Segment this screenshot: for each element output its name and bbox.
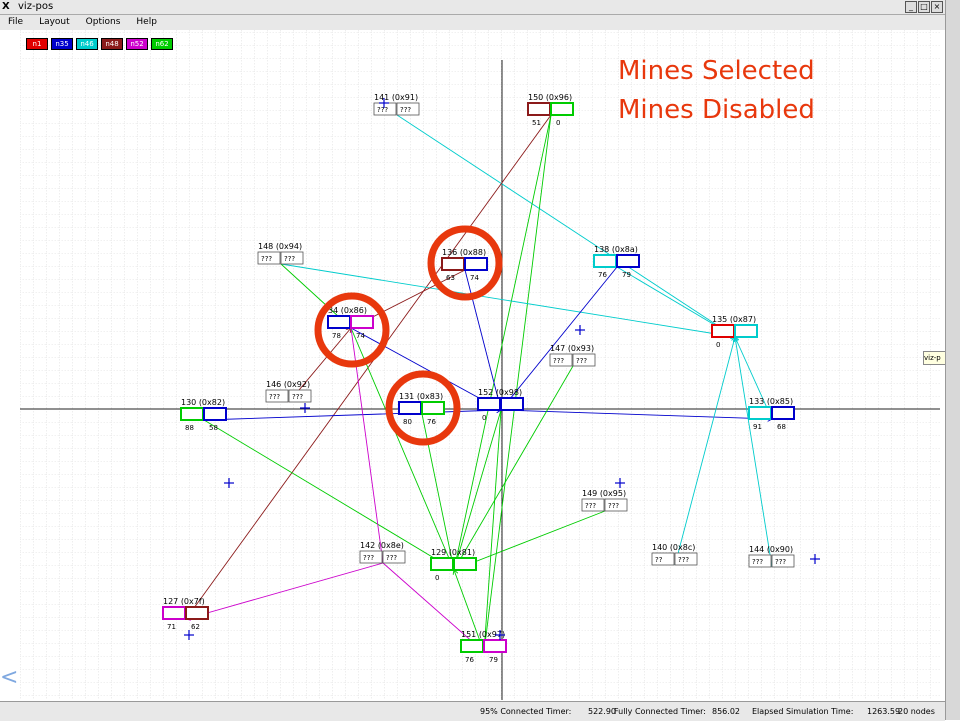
node-title: 136 (0x88) — [442, 248, 486, 257]
node-title: 127 (0x7f) — [163, 597, 205, 606]
node-right-value: ??? — [292, 393, 303, 401]
legend-n46[interactable]: n46 — [76, 38, 98, 50]
node-title: 144 (0x90) — [749, 545, 793, 554]
node-left-value: ?? — [655, 556, 663, 564]
x-logo-icon: X — [2, 1, 10, 12]
node-left-value: 0 — [435, 574, 439, 582]
fully-connected-label: Fully Connected Timer: — [614, 707, 706, 716]
node-left-value: 78 — [332, 332, 341, 340]
menu-help[interactable]: Help — [128, 15, 165, 30]
node-title: 146 (0x92) — [266, 380, 310, 389]
node-title: 133 (0x85) — [749, 397, 793, 406]
node-title: 135 (0x87) — [712, 315, 756, 324]
vertical-scrollbar[interactable] — [945, 0, 960, 720]
legend-n1[interactable]: n1 — [26, 38, 48, 50]
node-right-value: 79 — [622, 271, 631, 279]
node-title: 138 (0x8a) — [594, 245, 638, 254]
node-left-value: ??? — [553, 357, 564, 365]
node-right-value: ??? — [576, 357, 587, 365]
node-left-value: ??? — [363, 554, 374, 562]
node-right-value: ??? — [386, 554, 397, 562]
node-left-value: ??? — [261, 255, 272, 263]
legend-n52[interactable]: n52 — [126, 38, 148, 50]
legend-n35[interactable]: n35 — [51, 38, 73, 50]
node-left-value: 51 — [532, 119, 541, 127]
node-title: 140 (0x8c) — [652, 543, 695, 552]
viz-pos-window: X viz-pos _ □ × File Layout Options Help… — [0, 0, 960, 721]
node-title: 148 (0x94) — [258, 242, 302, 251]
node-right-value: 76 — [427, 418, 436, 426]
node-left-value: 76 — [598, 271, 607, 279]
node-right-value: 58 — [209, 424, 218, 432]
legend: n1 n35 n46 n48 n52 n62 — [26, 38, 173, 50]
node-title: 141 (0x91) — [374, 93, 418, 102]
chevron-left-icon[interactable]: < — [0, 665, 18, 690]
title-bar[interactable]: X viz-pos _ □ × — [0, 0, 945, 15]
node-left-value: ??? — [752, 558, 763, 566]
fully-connected-value: 856.02 — [712, 707, 740, 716]
tooltip: viz-p — [923, 351, 947, 365]
node-right-value: 74 — [470, 274, 479, 282]
node-title: 34 (0x86) — [328, 306, 367, 315]
network-graph-canvas[interactable]: 141 (0x91)??? ??? 150 (0x96) 51 0 148 (0x94)?… — [0, 30, 945, 716]
connected95-label: 95% Connected Timer: — [480, 707, 572, 716]
connected95-value: 522.90 — [588, 707, 616, 716]
annotation-mines-selected: Mines Selected — [618, 56, 815, 86]
node-left-value: ??? — [585, 502, 596, 510]
maximize-button[interactable]: □ — [918, 1, 930, 13]
minimize-button[interactable]: _ — [905, 1, 917, 13]
node-left-value: 0 — [482, 414, 486, 422]
legend-n48[interactable]: n48 — [101, 38, 123, 50]
node-left-value: 63 — [446, 274, 455, 282]
node-title: 129 (0x81) — [431, 548, 475, 557]
node-title: 131 (0x83) — [399, 392, 443, 401]
menu-options[interactable]: Options — [78, 15, 129, 30]
node-right-value: 0 — [556, 119, 560, 127]
node-right-value: ??? — [678, 556, 689, 564]
elapsed-value: 1263.59 — [867, 707, 901, 716]
node-title: 147 (0x93) — [550, 344, 594, 353]
node-left-value: ??? — [377, 106, 388, 114]
node-right-value: 62 — [191, 623, 200, 631]
node-right-value: 74 — [356, 332, 365, 340]
node-title: 149 (0x95) — [582, 489, 626, 498]
node-right-value: ??? — [775, 558, 786, 566]
menu-file[interactable]: File — [0, 15, 31, 30]
elapsed-label: Elapsed Simulation Time: — [752, 707, 854, 716]
node-right-value: ??? — [608, 502, 619, 510]
node-left-value: ??? — [269, 393, 280, 401]
status-bar: 95% Connected Timer: 522.90 Fully Connec… — [0, 701, 945, 721]
node-left-value: 0 — [716, 341, 720, 349]
node-left-value: 71 — [167, 623, 176, 631]
node-title: 152 (0x98) — [478, 388, 522, 397]
menu-layout[interactable]: Layout — [31, 15, 78, 30]
legend-n62[interactable]: n62 — [151, 38, 173, 50]
node-right-value: ??? — [400, 106, 411, 114]
node-left-value: 80 — [403, 418, 412, 426]
window-title: viz-pos — [18, 1, 54, 12]
close-button[interactable]: × — [931, 1, 943, 13]
menu-bar: File Layout Options Help — [0, 15, 945, 30]
node-left-value: 88 — [185, 424, 194, 432]
annotation-mines-disabled: Mines Disabled — [618, 95, 815, 125]
node-count: 20 nodes — [898, 707, 935, 716]
node-title: 130 (0x82) — [181, 398, 225, 407]
node-left-value: 76 — [465, 656, 474, 664]
node-left-value: 91 — [753, 423, 762, 431]
node-title: 142 (0x8e) — [360, 541, 404, 550]
node-right-value: 68 — [777, 423, 786, 431]
node-right-value: 79 — [489, 656, 498, 664]
node-title: 150 (0x96) — [528, 93, 572, 102]
node-right-value: ??? — [284, 255, 295, 263]
